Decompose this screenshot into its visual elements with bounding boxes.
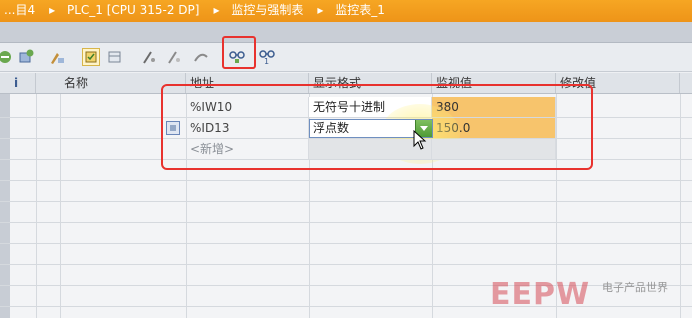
rows-highlight-box bbox=[161, 84, 593, 170]
modify-icon[interactable] bbox=[48, 48, 66, 66]
monitor-values-icon[interactable] bbox=[82, 48, 100, 66]
force-stop-icon[interactable] bbox=[165, 48, 183, 66]
modify-now-icon[interactable] bbox=[192, 48, 210, 66]
toolbar: 1 bbox=[0, 43, 692, 72]
watermark-logo: EEPW bbox=[490, 277, 591, 312]
toolbar-highlight-box bbox=[222, 36, 256, 69]
add-row-icon[interactable] bbox=[17, 48, 35, 66]
eepw-watermark: EEPW 电子产品世界 bbox=[490, 278, 690, 316]
insert-row-icon[interactable] bbox=[0, 48, 14, 66]
title-breadcrumb: ...目4 ▸ PLC_1 [CPU 315-2 DP] ▸ 监控与强制表 ▸ 监控表… bbox=[0, 0, 692, 22]
table-row bbox=[0, 181, 692, 202]
header-info: i bbox=[10, 73, 36, 93]
svg-text:1: 1 bbox=[264, 57, 269, 65]
secondary-bar bbox=[0, 22, 692, 43]
watermark-subtitle: 电子产品世界 bbox=[602, 281, 668, 294]
breadcrumb-item-watch-table[interactable]: 监控表_1 bbox=[335, 3, 385, 17]
monitor-once-icon[interactable]: 1 bbox=[258, 48, 276, 66]
table-row bbox=[0, 223, 692, 244]
table-row bbox=[0, 244, 692, 265]
force-icon[interactable] bbox=[140, 48, 158, 66]
breadcrumb-item-project[interactable]: ...目4 bbox=[4, 3, 35, 17]
breadcrumb-item-watch-folder[interactable]: 监控与强制表 bbox=[231, 3, 303, 17]
breadcrumb-item-plc[interactable]: PLC_1 [CPU 315-2 DP] bbox=[67, 3, 200, 17]
table-row bbox=[0, 202, 692, 223]
table-view-icon[interactable] bbox=[106, 48, 124, 66]
